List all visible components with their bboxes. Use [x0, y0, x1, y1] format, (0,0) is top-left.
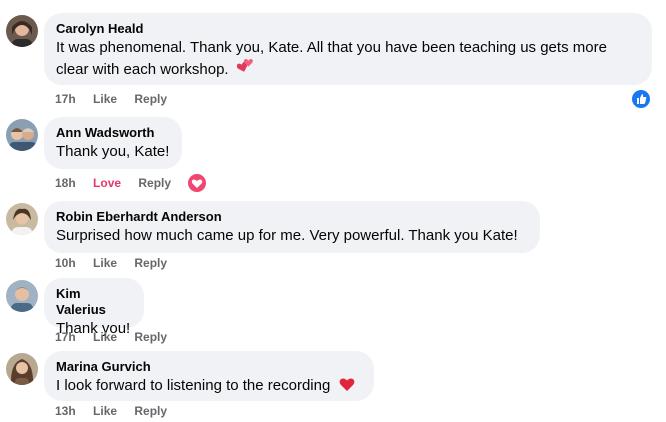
love-reaction-icon[interactable] — [186, 172, 208, 194]
comment-text: Thank you, Kate! — [56, 143, 170, 160]
reply-button[interactable]: Reply — [134, 403, 167, 419]
comment-actions: 18h Love Reply — [55, 175, 185, 191]
reply-button[interactable]: Reply — [134, 329, 167, 345]
comment-bubble: Carolyn Heald It was phenomenal. Thank y… — [44, 13, 652, 85]
comment-actions: 10h Like Reply — [55, 255, 181, 271]
like-button[interactable]: Like — [93, 91, 117, 107]
comment-author[interactable]: Robin Eberhardt Anderson — [56, 209, 528, 225]
timestamp[interactable]: 17h — [55, 329, 76, 345]
red-heart-icon — [339, 378, 354, 391]
reply-button[interactable]: Reply — [134, 255, 167, 271]
avatar[interactable] — [6, 280, 38, 312]
comment-bubble: Marina Gurvich I look forward to listeni… — [44, 351, 374, 401]
two-hearts-icon — [236, 59, 253, 72]
comment-actions: 17h Like Reply — [55, 329, 181, 345]
timestamp[interactable]: 13h — [55, 403, 76, 419]
comment-text: Surprised how much came up for me. Very … — [56, 227, 518, 244]
like-reaction-icon[interactable] — [630, 88, 652, 110]
comment-text: It was phenomenal. Thank you, Kate. All … — [56, 39, 607, 78]
reply-button[interactable]: Reply — [138, 175, 171, 191]
reply-button[interactable]: Reply — [134, 91, 167, 107]
love-button[interactable]: Love — [93, 175, 121, 191]
comment-bubble: Kim Valerius Thank you! — [44, 278, 144, 337]
avatar[interactable] — [6, 119, 38, 151]
timestamp[interactable]: 17h — [55, 91, 76, 107]
avatar[interactable] — [6, 15, 38, 47]
like-button[interactable]: Like — [93, 255, 117, 271]
comment-author[interactable]: Carolyn Heald — [56, 21, 640, 37]
comment-text: I look forward to listening to the recor… — [56, 376, 362, 396]
comment-author[interactable]: Ann Wadsworth — [56, 125, 170, 141]
comment-bubble: Robin Eberhardt Anderson Surprised how m… — [44, 201, 540, 253]
comment-actions: 13h Like Reply — [55, 403, 181, 419]
timestamp[interactable]: 18h — [55, 175, 76, 191]
like-button[interactable]: Like — [93, 329, 117, 345]
timestamp[interactable]: 10h — [55, 255, 76, 271]
avatar[interactable] — [6, 353, 38, 385]
avatar[interactable] — [6, 203, 38, 235]
comment-bubble: Ann Wadsworth Thank you, Kate! — [44, 117, 182, 169]
comment-actions: 17h Like Reply — [55, 91, 181, 107]
comment-author[interactable]: Kim Valerius — [56, 286, 132, 318]
comment-author[interactable]: Marina Gurvich — [56, 359, 362, 375]
like-button[interactable]: Like — [93, 403, 117, 419]
